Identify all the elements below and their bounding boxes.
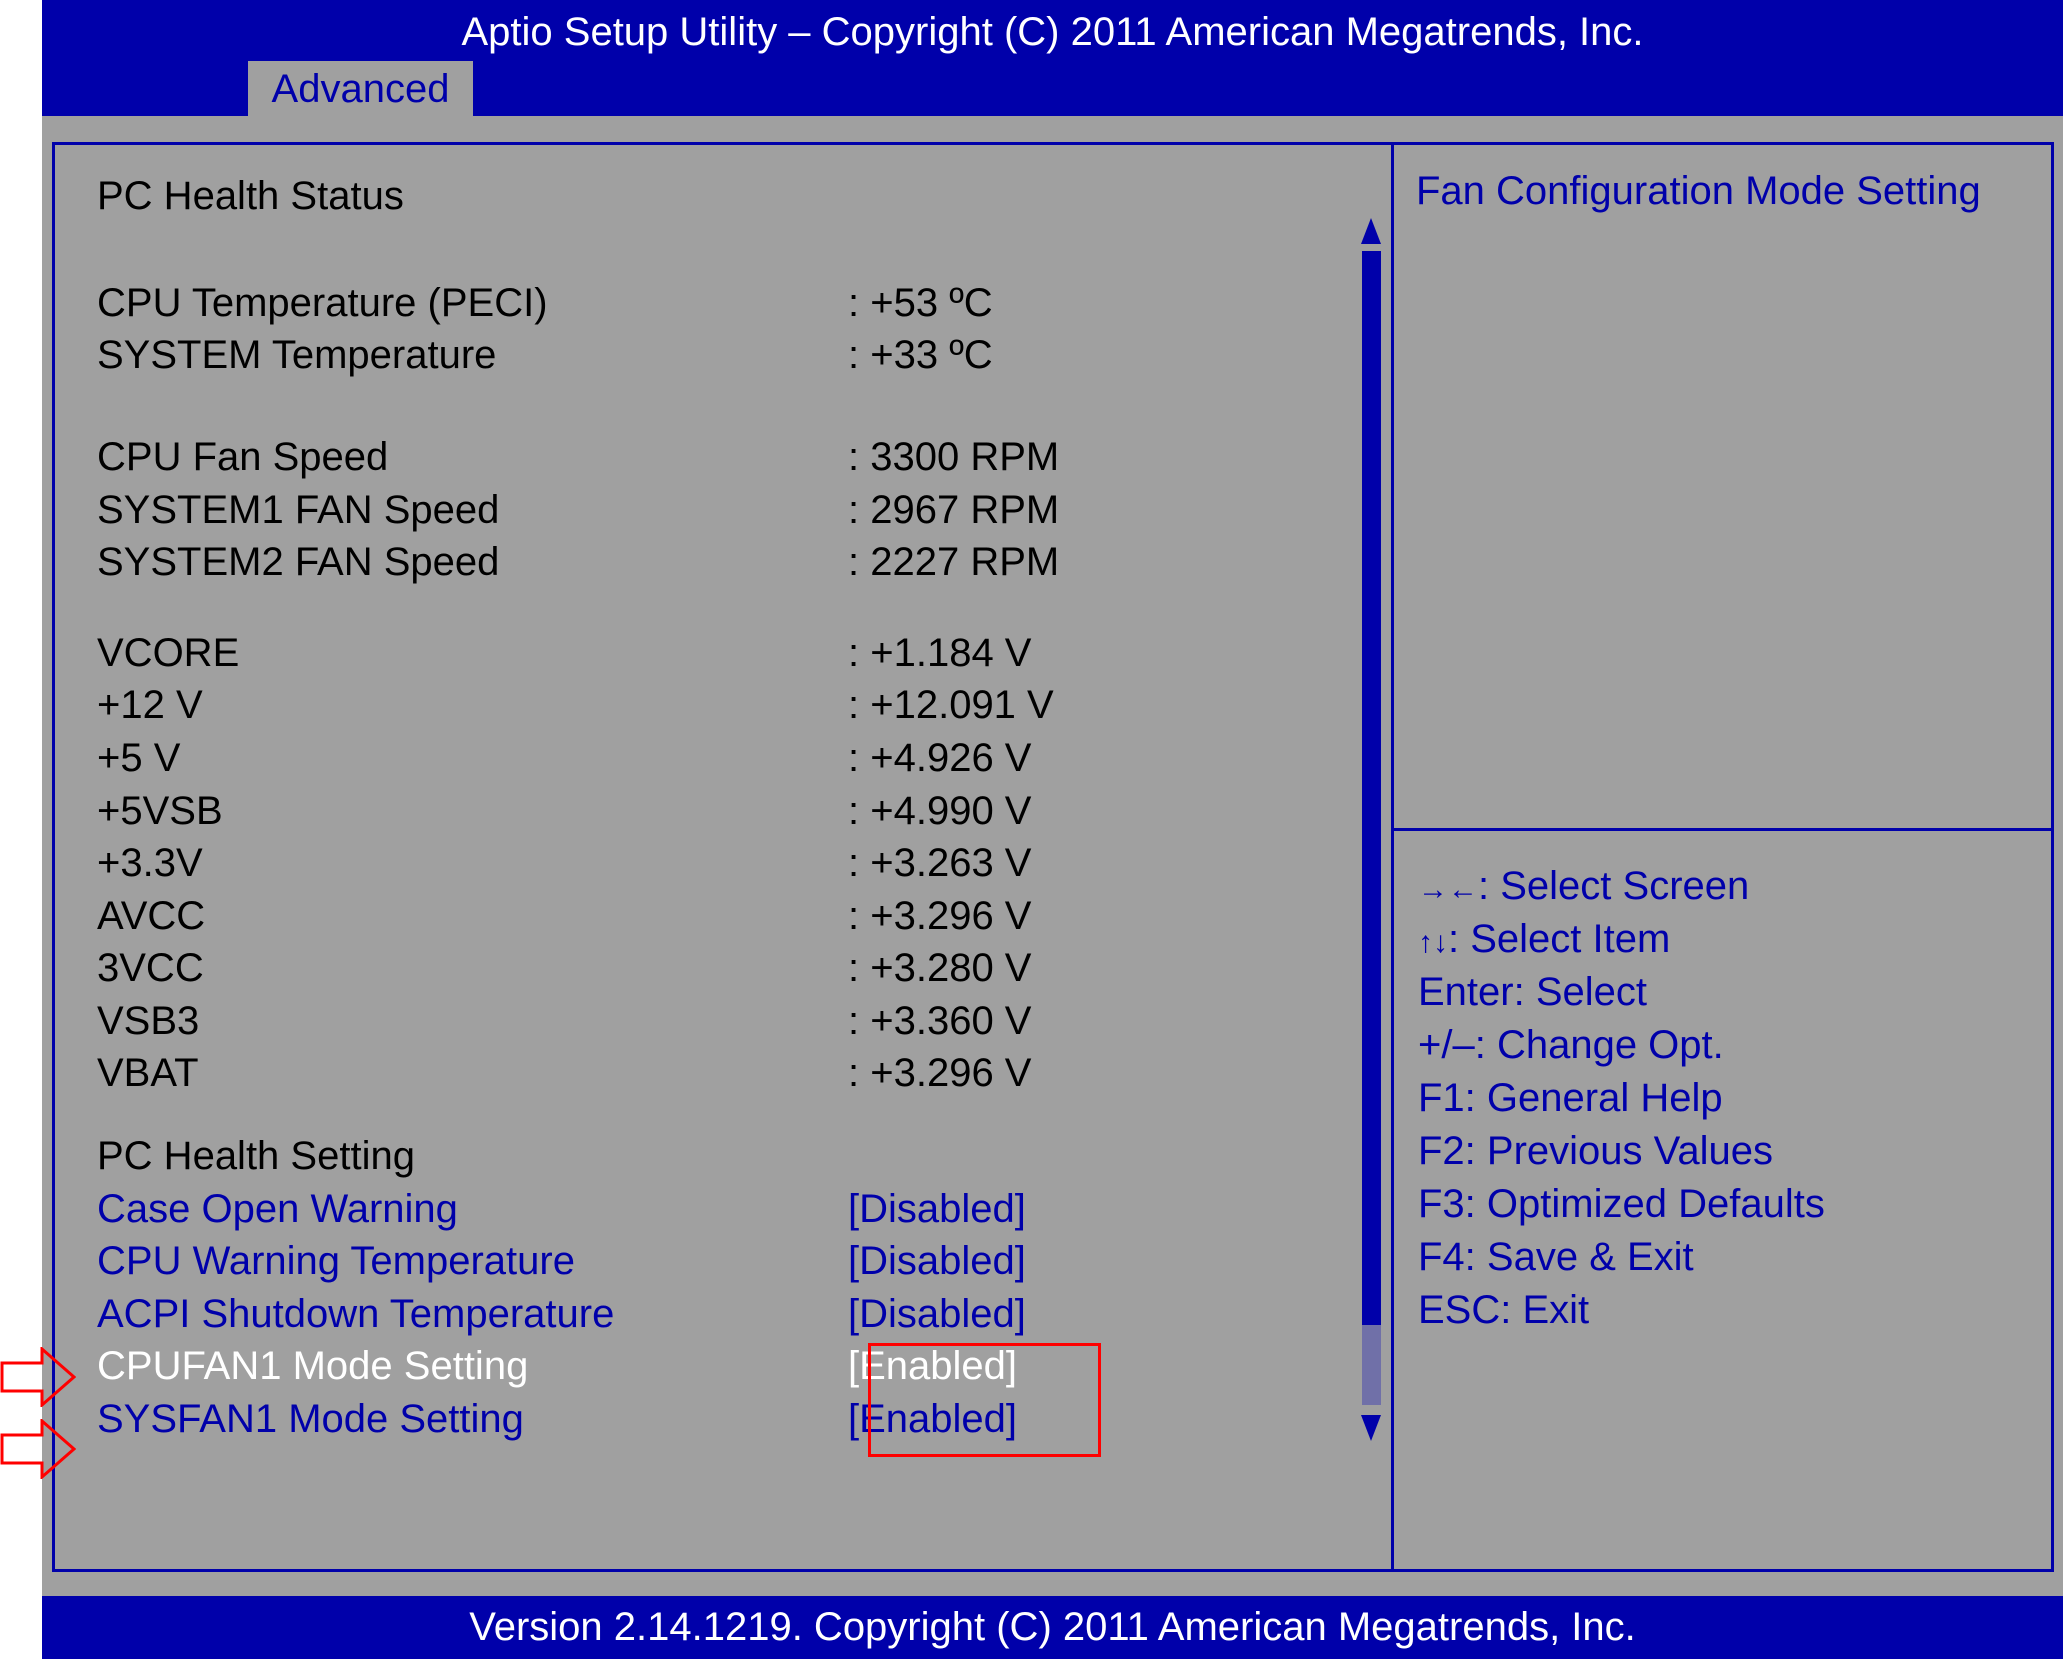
header-bar: Aptio Setup Utility – Copyright (C) 2011… bbox=[42, 0, 2063, 116]
reading-value: : 2967 RPM bbox=[848, 488, 1060, 532]
key-change-opt: +/–: Change Opt. bbox=[1418, 1023, 1724, 1067]
section-heading-setting: PC Health Setting bbox=[97, 1134, 415, 1178]
reading-label: CPU Temperature (PECI) bbox=[97, 281, 548, 325]
key-f3: F3: Optimized Defaults bbox=[1418, 1182, 1825, 1226]
reading-row: VBAT : +3.296 V bbox=[97, 1048, 1031, 1098]
up-down-arrows-icon: ↑↓ bbox=[1418, 926, 1448, 959]
reading-value: : +3.296 V bbox=[848, 894, 1032, 938]
reading-value: : 3300 RPM bbox=[848, 435, 1060, 479]
reading-value: : +3.263 V bbox=[848, 841, 1032, 885]
reading-label: 3VCC bbox=[97, 946, 204, 990]
reading-value: : +53 ºC bbox=[848, 281, 993, 325]
reading-label: SYSTEM2 FAN Speed bbox=[97, 540, 500, 584]
setting-cpufan1-mode[interactable]: CPUFAN1 Mode Setting [Enabled] bbox=[97, 1341, 1017, 1391]
section-heading-status: PC Health Status bbox=[97, 174, 404, 218]
key-esc: ESC: Exit bbox=[1418, 1288, 1590, 1332]
reading-value: : +3.280 V bbox=[848, 946, 1032, 990]
key-select-item: ↑↓: Select Item bbox=[1418, 917, 1671, 961]
annotation-arrow-icon bbox=[0, 1347, 76, 1407]
setting-label: SYSFAN1 Mode Setting bbox=[97, 1397, 524, 1441]
reading-row: CPU Fan Speed : 3300 RPM bbox=[97, 432, 1059, 482]
reading-label: +3.3V bbox=[97, 841, 203, 885]
help-description: Fan Configuration Mode Setting bbox=[1416, 169, 1981, 213]
tab-advanced[interactable]: Advanced bbox=[248, 61, 473, 116]
reading-label: +5 V bbox=[97, 736, 181, 780]
reading-value: : +1.184 V bbox=[848, 631, 1032, 675]
reading-label: +5VSB bbox=[97, 789, 223, 833]
footer-bar: Version 2.14.1219. Copyright (C) 2011 Am… bbox=[42, 1596, 2063, 1659]
reading-label: VSB3 bbox=[97, 999, 200, 1043]
key-f4: F4: Save & Exit bbox=[1418, 1235, 1694, 1279]
reading-label: SYSTEM Temperature bbox=[97, 333, 497, 377]
reading-row: SYSTEM1 FAN Speed : 2967 RPM bbox=[97, 485, 1059, 535]
setting-cpu-warning-temperature[interactable]: CPU Warning Temperature [Disabled] bbox=[97, 1236, 1026, 1286]
reading-row: +5 V : +4.926 V bbox=[97, 733, 1031, 783]
reading-row: +3.3V : +3.263 V bbox=[97, 838, 1031, 888]
key-f2: F2: Previous Values bbox=[1418, 1129, 1773, 1173]
key-f1: F1: General Help bbox=[1418, 1076, 1723, 1120]
setting-label: Case Open Warning bbox=[97, 1187, 458, 1231]
help-divider bbox=[1394, 828, 2051, 831]
bios-screen: Aptio Setup Utility – Copyright (C) 2011… bbox=[42, 0, 2063, 1659]
panel-divider bbox=[1391, 142, 1394, 1572]
annotation-highlight-box bbox=[868, 1343, 1101, 1457]
reading-row: +5VSB : +4.990 V bbox=[97, 786, 1031, 836]
reading-value: : +3.360 V bbox=[848, 999, 1032, 1043]
reading-label: SYSTEM1 FAN Speed bbox=[97, 488, 500, 532]
reading-row: SYSTEM Temperature : +33 ºC bbox=[97, 330, 993, 380]
setting-value[interactable]: [Disabled] bbox=[848, 1289, 1026, 1339]
reading-value: : +3.296 V bbox=[848, 1051, 1032, 1095]
setting-value[interactable]: [Disabled] bbox=[848, 1236, 1026, 1286]
setting-sysfan1-mode[interactable]: SYSFAN1 Mode Setting [Enabled] bbox=[97, 1394, 1017, 1444]
scroll-down-arrow-icon[interactable] bbox=[1361, 1415, 1381, 1441]
reading-label: +12 V bbox=[97, 683, 203, 727]
reading-row: CPU Temperature (PECI) : +53 ºC bbox=[97, 278, 993, 328]
key-enter: Enter: Select bbox=[1418, 970, 1648, 1014]
scrollbar-track[interactable] bbox=[1362, 251, 1381, 1325]
key-legend: →←: Select Screen ↑↓: Select Item Enter:… bbox=[1418, 860, 1825, 1337]
reading-row: AVCC : +3.296 V bbox=[97, 891, 1031, 941]
setting-value[interactable]: [Disabled] bbox=[848, 1184, 1026, 1234]
reading-label: AVCC bbox=[97, 894, 206, 938]
setting-label: ACPI Shutdown Temperature bbox=[97, 1292, 615, 1336]
reading-row: +12 V : +12.091 V bbox=[97, 680, 1054, 730]
key-select-screen: →←: Select Screen bbox=[1418, 864, 1750, 908]
app-title: Aptio Setup Utility – Copyright (C) 2011… bbox=[461, 10, 1644, 54]
reading-value: : 2227 RPM bbox=[848, 540, 1060, 584]
setting-label: CPUFAN1 Mode Setting bbox=[97, 1344, 529, 1388]
reading-value: : +4.926 V bbox=[848, 736, 1032, 780]
reading-value: : +33 ºC bbox=[848, 333, 993, 377]
annotation-arrow-icon bbox=[0, 1419, 76, 1479]
left-right-arrows-icon: →← bbox=[1418, 873, 1478, 906]
reading-label: VCORE bbox=[97, 631, 240, 675]
reading-value: : +12.091 V bbox=[848, 683, 1054, 727]
reading-row: SYSTEM2 FAN Speed : 2227 RPM bbox=[97, 537, 1059, 587]
reading-value: : +4.990 V bbox=[848, 789, 1032, 833]
reading-label: CPU Fan Speed bbox=[97, 435, 389, 479]
setting-acpi-shutdown-temperature[interactable]: ACPI Shutdown Temperature [Disabled] bbox=[97, 1289, 1026, 1339]
reading-row: 3VCC : +3.280 V bbox=[97, 943, 1031, 993]
scroll-up-arrow-icon[interactable] bbox=[1361, 218, 1381, 244]
scrollbar-thumb[interactable] bbox=[1362, 1325, 1381, 1405]
setting-case-open-warning[interactable]: Case Open Warning [Disabled] bbox=[97, 1184, 1026, 1234]
setting-label: CPU Warning Temperature bbox=[97, 1239, 575, 1283]
reading-row: VCORE : +1.184 V bbox=[97, 628, 1031, 678]
reading-row: VSB3 : +3.360 V bbox=[97, 996, 1031, 1046]
reading-label: VBAT bbox=[97, 1051, 199, 1095]
